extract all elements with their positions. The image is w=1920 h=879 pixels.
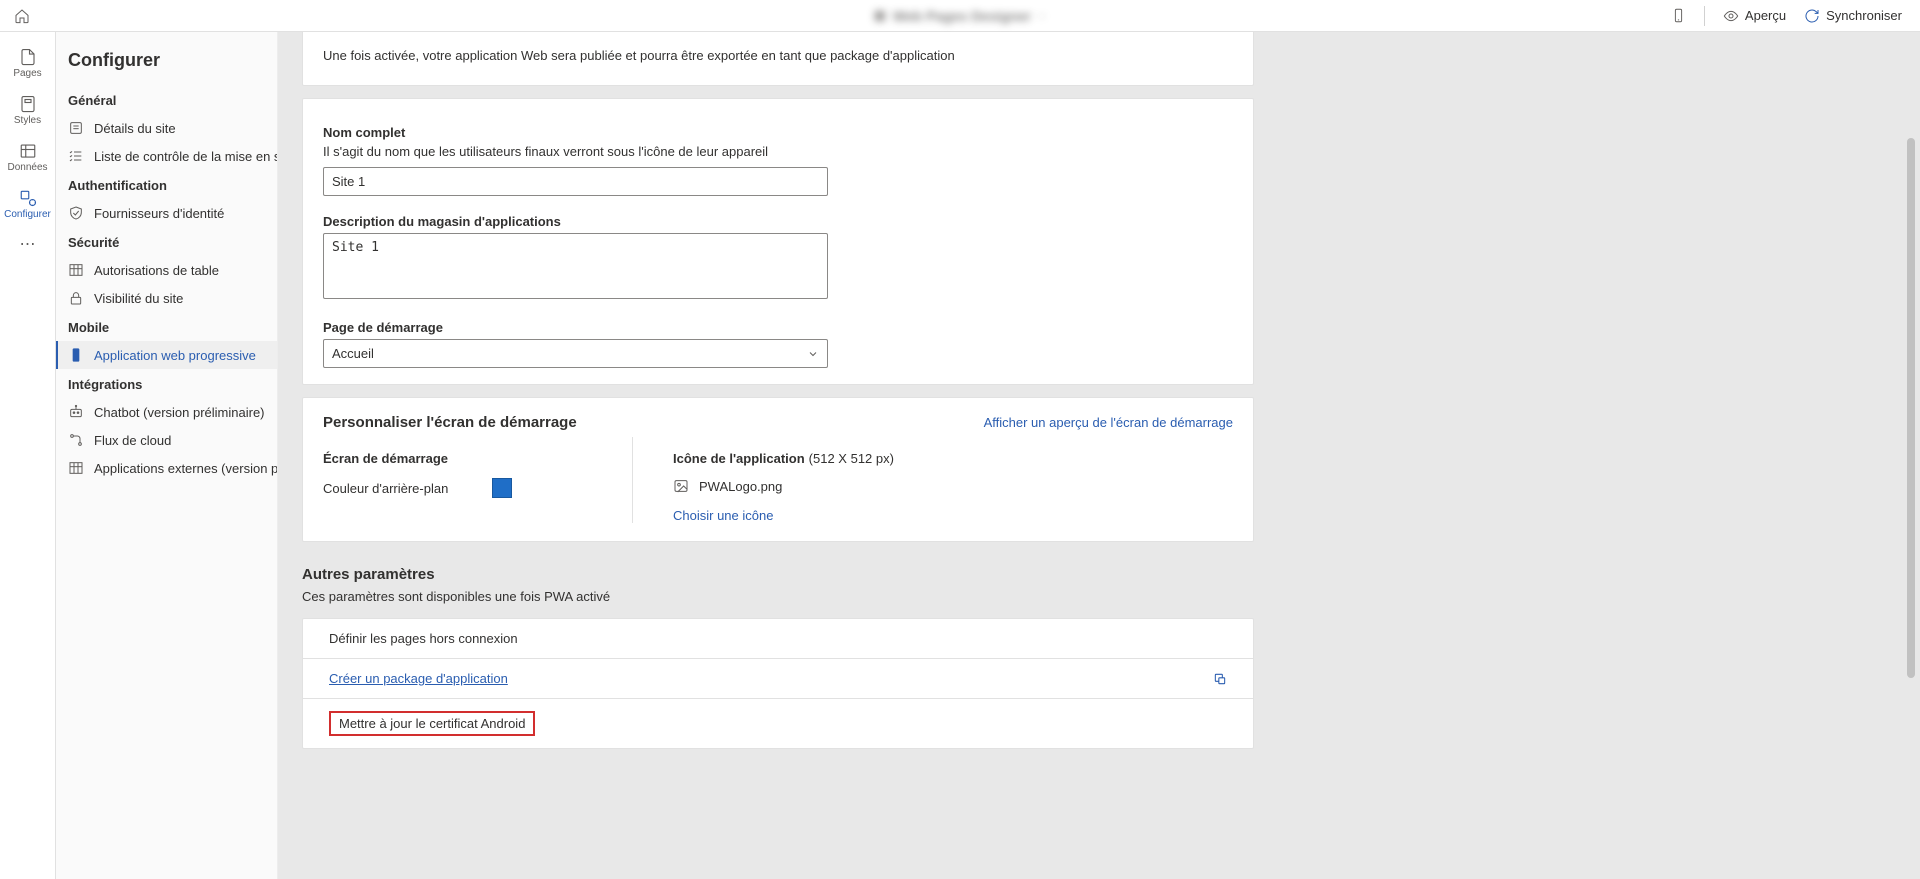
info-icon [68, 120, 84, 136]
full-name-input[interactable] [323, 167, 828, 196]
sidebar-item-label: Applications externes (version prél... [94, 461, 277, 476]
sidebar-item-label: Détails du site [94, 121, 176, 136]
row-create-package[interactable]: Créer un package d'application [303, 659, 1253, 699]
sidebar-title: Configurer [56, 44, 277, 85]
settings-sidebar: Configurer Général Détails du site Liste… [56, 32, 278, 879]
group-security: Sécurité [56, 227, 277, 256]
sidebar-item-site-details[interactable]: Détails du site [56, 114, 277, 142]
description-label: Description du magasin d'applications [323, 214, 1233, 229]
sidebar-item-cloud-flows[interactable]: Flux de cloud [56, 426, 277, 454]
divider [1704, 6, 1705, 26]
home-icon [14, 8, 30, 24]
sidebar-item-label: Visibilité du site [94, 291, 183, 306]
sidebar-item-label: Liste de contrôle de la mise en ser... [94, 149, 277, 164]
rail-styles[interactable]: Styles [0, 87, 55, 134]
group-mobile: Mobile [56, 312, 277, 341]
table-icon [68, 460, 84, 476]
row-android-cert-label: Mettre à jour le certificat Android [339, 716, 525, 731]
row-android-cert[interactable]: Mettre à jour le certificat Android [303, 699, 1253, 748]
row-offline-pages[interactable]: Définir les pages hors connexion [303, 619, 1253, 659]
preview-label: Aperçu [1745, 8, 1786, 23]
table-icon [68, 262, 84, 278]
sync-label: Synchroniser [1826, 8, 1902, 23]
configure-icon [19, 189, 37, 207]
rail-configure-label: Configurer [4, 209, 51, 220]
rail-pages-label: Pages [13, 68, 41, 79]
sidebar-item-table-permissions[interactable]: Autorisations de table [56, 256, 277, 284]
scrollbar[interactable] [1904, 38, 1918, 877]
device-preview-button[interactable] [1671, 8, 1686, 23]
main-content: Une fois activée, votre application Web … [278, 32, 1920, 879]
app-icon-label: Icône de l'application [673, 451, 805, 466]
sidebar-item-golive-checklist[interactable]: Liste de contrôle de la mise en ser... [56, 142, 277, 170]
card-app-details: Nom complet Il s'agit du nom que les uti… [302, 98, 1254, 385]
sidebar-item-identity-providers[interactable]: Fournisseurs d'identité [56, 199, 277, 227]
sidebar-item-chatbot[interactable]: Chatbot (version préliminaire) [56, 398, 277, 426]
splash-heading: Personnaliser l'écran de démarrage [323, 414, 577, 431]
rail-pages[interactable]: Pages [0, 40, 55, 87]
preview-button[interactable]: Aperçu [1723, 8, 1786, 24]
description-input[interactable] [323, 233, 828, 299]
group-integrations: Intégrations [56, 369, 277, 398]
shield-icon [68, 205, 84, 221]
startpage-label: Page de démarrage [323, 320, 1233, 335]
row-android-cert-highlight: Mettre à jour le certificat Android [329, 711, 535, 736]
checklist-icon [68, 148, 84, 164]
full-name-sub: Il s'agit du nom que les utilisateurs fi… [323, 144, 1233, 159]
rail-data-label: Données [7, 162, 47, 173]
group-auth: Authentification [56, 170, 277, 199]
eye-icon [1723, 8, 1739, 24]
startpage-select[interactable]: Accueil [323, 339, 828, 368]
bot-icon [68, 404, 84, 420]
card-splash: Personnaliser l'écran de démarrage Affic… [302, 397, 1254, 542]
sidebar-item-label: Autorisations de table [94, 263, 219, 278]
row-package-link[interactable]: Créer un package d'application [329, 671, 508, 686]
external-link-icon [1213, 672, 1227, 686]
startpage-value: Accueil [332, 346, 374, 361]
lock-icon [68, 290, 84, 306]
home-button[interactable] [8, 8, 36, 24]
app-title-blurred: Web Pages Designer [873, 8, 1047, 24]
image-icon [673, 478, 689, 494]
splash-preview-link[interactable]: Afficher un aperçu de l'écran de démarra… [984, 415, 1233, 430]
sidebar-item-site-visibility[interactable]: Visibilité du site [56, 284, 277, 312]
other-settings-list: Définir les pages hors connexion Créer u… [302, 618, 1254, 749]
row-offline-label: Définir les pages hors connexion [329, 631, 518, 646]
rail-data[interactable]: Données [0, 134, 55, 181]
other-heading: Autres paramètres [302, 566, 1254, 583]
activation-note: Une fois activée, votre application Web … [323, 48, 1233, 63]
sidebar-item-label: Chatbot (version préliminaire) [94, 405, 265, 420]
sync-button[interactable]: Synchroniser [1804, 8, 1902, 24]
rail-styles-label: Styles [14, 115, 41, 126]
other-sub: Ces paramètres sont disponibles une fois… [302, 589, 1254, 604]
phone-icon [68, 347, 84, 363]
app-icon-filename: PWALogo.png [699, 479, 782, 494]
left-rail: Pages Styles Données Configurer ⋯ [0, 32, 56, 879]
sidebar-item-external-apps[interactable]: Applications externes (version prél... [56, 454, 277, 482]
sidebar-item-label: Application web progressive [94, 348, 256, 363]
bg-color-label: Couleur d'arrière-plan [323, 481, 448, 496]
chevron-down-icon [807, 348, 819, 360]
scrollbar-thumb[interactable] [1907, 138, 1915, 678]
phone-icon [1671, 8, 1686, 23]
data-icon [19, 142, 37, 160]
flow-icon [68, 432, 84, 448]
sidebar-item-label: Fournisseurs d'identité [94, 206, 224, 221]
full-name-label: Nom complet [323, 125, 1233, 140]
rail-more[interactable]: ⋯ [20, 234, 36, 254]
choose-icon-link[interactable]: Choisir une icône [673, 508, 773, 523]
group-general: Général [56, 85, 277, 114]
splash-screen-label: Écran de démarrage [323, 451, 632, 466]
styles-icon [19, 95, 37, 113]
app-icon-dim: (512 X 512 px) [809, 451, 894, 466]
page-icon [19, 48, 37, 66]
bg-color-swatch[interactable] [492, 478, 512, 498]
sync-icon [1804, 8, 1820, 24]
card-activation: Une fois activée, votre application Web … [302, 32, 1254, 86]
sidebar-item-label: Flux de cloud [94, 433, 171, 448]
sidebar-item-pwa[interactable]: Application web progressive [56, 341, 277, 369]
rail-configure[interactable]: Configurer [0, 181, 55, 228]
